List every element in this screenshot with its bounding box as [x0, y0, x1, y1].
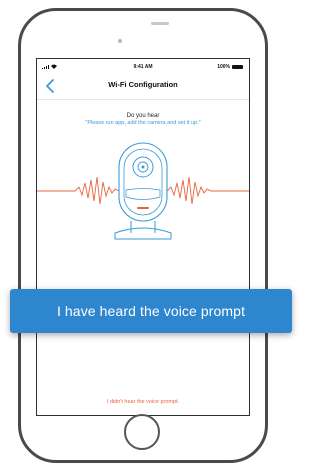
heard-voice-prompt-button[interactable]: I have heard the voice prompt	[10, 289, 292, 333]
home-button[interactable]	[124, 414, 160, 450]
status-bar: 9:41 AM 100%	[37, 59, 249, 73]
battery-icon	[232, 65, 243, 69]
didnt-hear-link[interactable]: I didn't hear the voice prompt.	[37, 399, 249, 405]
prompt-subtitle: "Please run app, add the camera and set …	[85, 120, 201, 126]
camera-illustration	[37, 142, 249, 240]
page-title: Wi-Fi Configuration	[108, 80, 178, 89]
nav-bar: Wi-Fi Configuration	[37, 73, 249, 100]
status-right: 100%	[217, 64, 243, 70]
phone-screen: 9:41 AM 100% Wi-Fi Configuration Do you …	[36, 58, 250, 416]
phone-frame: 9:41 AM 100% Wi-Fi Configuration Do you …	[18, 8, 268, 463]
battery-percent: 100%	[217, 64, 230, 70]
phone-speaker	[151, 22, 169, 25]
camera-body	[114, 142, 172, 240]
prompt-title: Do you hear	[126, 113, 160, 119]
phone-front-camera	[118, 39, 122, 43]
